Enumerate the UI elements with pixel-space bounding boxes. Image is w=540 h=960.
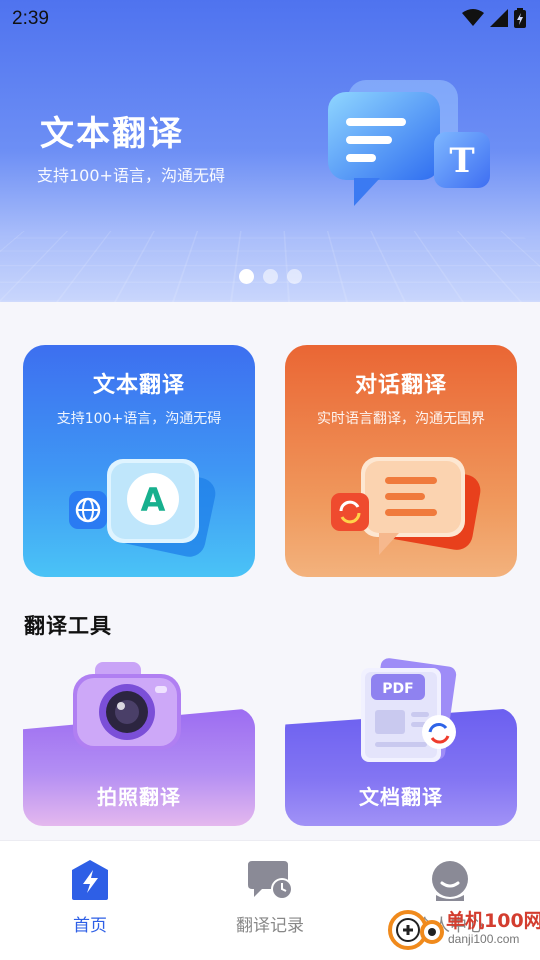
- banner-dot-3[interactable]: [286, 269, 302, 284]
- document-translate-label: 文档翻译: [359, 785, 443, 809]
- dialog-translate-card[interactable]: 对话翻译 实时语言翻译，沟通无国界: [285, 345, 517, 577]
- watermark-logo-icon: [388, 910, 444, 950]
- svg-text:A: A: [141, 481, 166, 519]
- chat-bubble-icon: T: [318, 74, 498, 218]
- photo-translate-button[interactable]: 拍照翻译: [23, 650, 255, 826]
- nav-item-home[interactable]: 首页: [0, 859, 180, 936]
- text-translate-card[interactable]: 文本翻译 支持100+语言，沟通无碍 A: [23, 345, 255, 577]
- tools-section-title: 翻译工具: [24, 614, 112, 638]
- watermark-name: 单机100网: [446, 910, 540, 932]
- status-time: 2:39: [12, 8, 49, 29]
- banner-subtitle: 支持100+语言，沟通无碍: [37, 166, 225, 185]
- text-translate-title: 文本翻译: [92, 373, 185, 398]
- status-bar: 2:39: [0, 0, 540, 36]
- banner-title: 文本翻译: [40, 114, 184, 154]
- nav-label-home: 首页: [73, 916, 107, 936]
- photo-translate-label: 拍照翻译: [97, 785, 181, 809]
- wifi-icon: [462, 9, 484, 26]
- battery-icon: [514, 8, 526, 28]
- profile-icon: [432, 861, 468, 901]
- site-watermark: 单机100网 danji100.com: [386, 900, 540, 956]
- dialog-translate-icon: [325, 453, 485, 567]
- watermark-url: danji100.com: [448, 932, 520, 946]
- text-translate-icon: A: [63, 453, 223, 567]
- banner-dot-1[interactable]: [238, 269, 254, 284]
- signal-icon: [490, 9, 508, 27]
- banner-carousel[interactable]: 文本翻译 支持100+语言，沟通无碍 T: [0, 0, 540, 302]
- pdf-document-icon: PDF: [331, 658, 471, 772]
- camera-icon: [69, 658, 189, 762]
- banner-grid-decoration: [0, 231, 540, 302]
- text-translate-subtitle: 支持100+语言，沟通无碍: [56, 411, 222, 427]
- banner-dot-2[interactable]: [262, 269, 278, 284]
- home-bolt-icon: [72, 860, 108, 900]
- dialog-translate-title: 对话翻译: [354, 373, 447, 398]
- svg-text:T: T: [449, 141, 474, 181]
- nav-label-history: 翻译记录: [236, 916, 304, 936]
- banner-page-indicator: [0, 269, 540, 284]
- svg-text:PDF: PDF: [382, 681, 413, 697]
- document-translate-button[interactable]: PDF 文档翻译: [285, 650, 517, 826]
- history-chat-icon: [248, 861, 293, 900]
- nav-item-history[interactable]: 翻译记录: [180, 859, 360, 936]
- dialog-translate-subtitle: 实时语言翻译，沟通无国界: [317, 411, 485, 427]
